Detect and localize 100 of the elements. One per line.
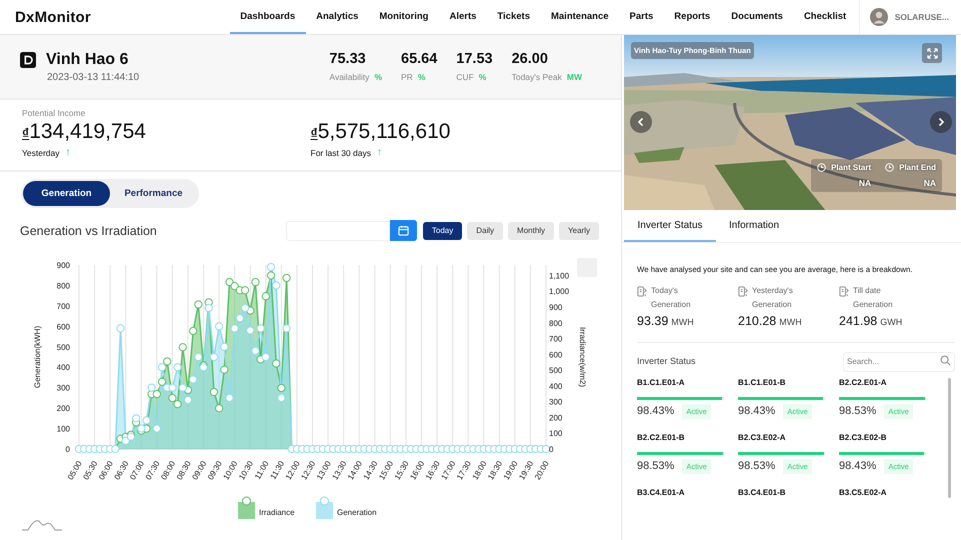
plant-time-value: NA <box>924 178 936 188</box>
legend-swatch[interactable] <box>238 496 255 519</box>
nav-link[interactable]: Monitoring <box>368 0 439 34</box>
inverter-name[interactable]: B2.C3.E02-B <box>839 432 940 442</box>
data-point <box>189 326 198 336</box>
plant-time-label: Plant Start <box>831 163 872 172</box>
fullscreen-button[interactable] <box>922 43 942 63</box>
axis-tick-label: 400 <box>56 363 70 372</box>
data-point <box>210 388 218 396</box>
app-logo[interactable]: DxMonitor <box>15 8 91 26</box>
axis-tick-label: 100 <box>549 429 562 438</box>
section-title: Inverter Status <box>637 356 696 366</box>
data-point <box>174 363 182 372</box>
data-point <box>111 444 120 454</box>
range-button[interactable]: Today <box>422 222 462 240</box>
kpi-value: 26.00 <box>512 51 549 67</box>
data-point <box>132 414 140 422</box>
scrollbar[interactable] <box>948 378 951 498</box>
expand-icon <box>926 48 938 58</box>
legend-label[interactable]: Irradiance <box>259 508 295 517</box>
legend-label[interactable]: Generation <box>337 508 377 517</box>
chevron-right-icon <box>936 117 946 127</box>
axis-tick-label: 400 <box>549 382 562 391</box>
inverter-name[interactable]: B3.C5.E02-A <box>839 488 940 498</box>
data-point <box>158 378 166 386</box>
stat-value: 93.39 <box>637 314 668 328</box>
data-point <box>251 278 260 286</box>
data-point <box>236 314 244 322</box>
kpi-unit: % <box>374 72 382 82</box>
next-button[interactable] <box>930 111 952 133</box>
data-point <box>184 396 192 404</box>
inverter-name[interactable]: B1.C1.E01-A <box>637 378 738 386</box>
calendar-button[interactable] <box>390 220 417 241</box>
kpi-unit: MW <box>566 72 582 82</box>
data-point <box>272 281 280 290</box>
range-selector-icon[interactable] <box>22 520 62 530</box>
data-point <box>194 300 202 309</box>
currency-sign: ₫ <box>22 125 30 141</box>
user-name[interactable]: SOLARUSE... <box>894 12 949 22</box>
data-point <box>178 343 187 352</box>
axis-title: Generation(kWH) <box>33 326 42 388</box>
data-point <box>168 394 176 402</box>
data-point <box>142 416 151 424</box>
trend-up-icon: ↑ <box>66 147 70 158</box>
search-field[interactable]: Search... <box>843 352 955 372</box>
axis-title: Irradiance(w/m2) <box>578 327 587 387</box>
nav-link[interactable]: Maintenance <box>540 0 620 34</box>
legend-swatch[interactable] <box>316 496 333 519</box>
data-point <box>251 346 260 355</box>
range-button[interactable]: Monthly <box>508 222 554 240</box>
panel-tab[interactable]: Information <box>716 210 792 242</box>
chart-title: Generation vs Irradiation <box>20 224 157 238</box>
nav-link[interactable]: Reports <box>664 0 721 34</box>
kpi-value: 17.53 <box>456 51 493 67</box>
data-point <box>262 352 270 362</box>
data-point <box>163 357 172 366</box>
nav-link[interactable]: Alerts <box>438 0 487 34</box>
kpi-label: PR <box>401 72 413 82</box>
inverter-name[interactable]: B3.C4.E01-A <box>637 488 738 498</box>
date-field[interactable] <box>286 220 390 240</box>
nav-link[interactable]: Analytics <box>306 0 369 34</box>
calendar-icon <box>398 225 409 236</box>
nav-link[interactable]: Parts <box>619 0 664 34</box>
range-button[interactable]: Yearly <box>559 222 599 240</box>
axis-tick-label: 900 <box>549 302 562 312</box>
nav-link[interactable]: Documents <box>720 0 794 34</box>
inverter-name[interactable]: B2.C3.E02-A <box>738 432 839 442</box>
previous-button[interactable] <box>630 111 652 133</box>
inverter-name[interactable]: B2.C2.E01-A <box>839 378 940 386</box>
plant-time-label: Plant End <box>899 163 936 172</box>
period-label: For last 30 days <box>310 148 371 158</box>
axis-tick-label: 700 <box>549 334 562 344</box>
axis-tick-label: 500 <box>549 366 562 376</box>
nav-link[interactable]: Tickets <box>486 0 540 34</box>
stat-unit: GWH <box>880 317 902 327</box>
axis-tick-label: 600 <box>56 322 70 332</box>
data-point <box>178 384 187 392</box>
kpi-unit: % <box>478 72 486 82</box>
currency-sign: ₫ <box>310 125 318 141</box>
axis-tick-label: 800 <box>56 281 70 290</box>
axis-tick-label: 1,000 <box>549 287 570 296</box>
data-point <box>230 282 239 290</box>
nav-link[interactable]: Checklist <box>793 0 857 34</box>
inverter-percentage: 98.53% <box>738 460 776 472</box>
data-point <box>240 286 250 294</box>
inverter-name[interactable]: B1.C1.E01-B <box>738 378 839 386</box>
panel-tab[interactable]: Inverter Status <box>624 210 716 242</box>
energy-meter-icon <box>738 286 749 297</box>
section-title: Potential Income <box>22 108 86 118</box>
inverter-name[interactable]: B2.C2.E01-B <box>637 432 738 442</box>
view-tab[interactable]: Generation <box>23 181 110 206</box>
data-point <box>272 359 280 368</box>
inverter-percentage: 98.53% <box>839 405 876 417</box>
avatar-icon[interactable] <box>870 8 888 26</box>
view-tab[interactable]: Performance <box>110 181 197 206</box>
data-point <box>210 352 218 362</box>
data-point <box>262 292 270 300</box>
range-button[interactable]: Daily <box>467 222 504 240</box>
stat-unit: MWH <box>779 317 802 327</box>
inverter-name[interactable]: B3.C4.E01-B <box>738 488 839 498</box>
